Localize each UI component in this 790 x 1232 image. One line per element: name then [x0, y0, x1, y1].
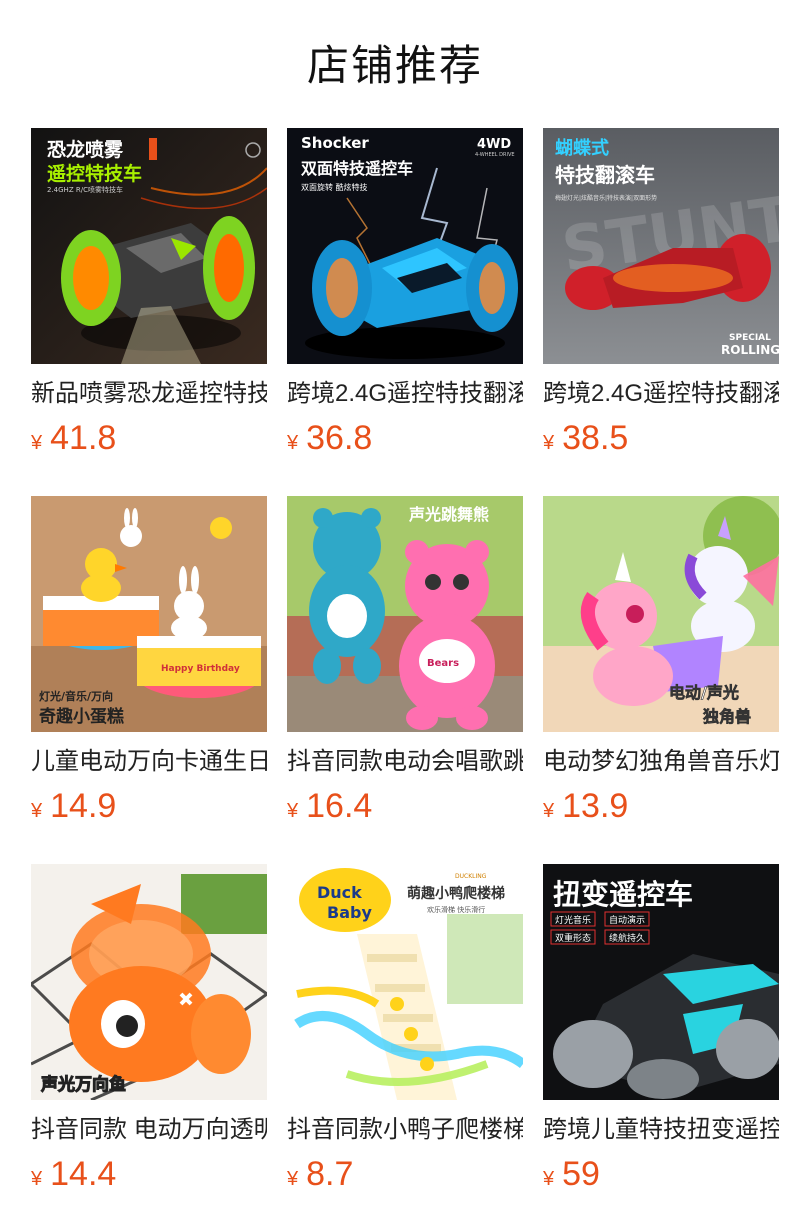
product-image[interactable]: 恐龙喷雾 遥控特技车 2.4GHZ R/C喷雾特技车: [31, 128, 267, 364]
price-value: 41.8: [50, 419, 117, 457]
image-caption: 欢乐滑梯 快乐滑行: [427, 905, 485, 914]
product-image[interactable]: 声光跳舞熊 Bears: [287, 496, 523, 732]
image-caption: 梅翅灯光|炫酷音乐|特技表演|双面形势: [555, 194, 657, 202]
image-caption: 自动演示: [609, 914, 645, 926]
image-caption: 特技翻滚车: [555, 163, 655, 187]
image-caption: 灯光音乐: [555, 914, 591, 926]
image-caption: 蝴蝶式: [555, 137, 609, 159]
product-price: ¥14.4: [31, 1152, 267, 1196]
image-caption: 扭变遥控车: [553, 878, 693, 911]
product-name[interactable]: 跨境2.4G遥控特技翻滚车: [287, 378, 523, 410]
price-value: 36.8: [306, 419, 373, 457]
product-card[interactable]: 声光跳舞熊 Bears 抖音同款电动会唱歌跳舞熊: [287, 496, 523, 828]
price-value: 13.9: [562, 787, 629, 825]
price-value: 8.7: [306, 1155, 354, 1193]
product-price: ¥8.7: [287, 1152, 523, 1196]
currency-symbol: ¥: [31, 1168, 43, 1190]
image-caption: 双面旋转 酷炫特技: [301, 182, 368, 192]
image-caption: 续航持久: [609, 932, 645, 944]
product-name[interactable]: 跨境2.4G遥控特技翻滚车: [543, 378, 779, 410]
currency-symbol: ¥: [287, 1168, 299, 1190]
product-name[interactable]: 跨境儿童特技扭变遥控车: [543, 1114, 779, 1146]
currency-symbol: ¥: [31, 432, 43, 454]
product-card[interactable]: Happy Birthday 灯光/音乐/万向 奇趣小蛋糕 儿童电动万向卡通生日…: [31, 496, 267, 828]
product-card[interactable]: 电动/声光 独角兽 电动梦幻独角兽音乐灯光 ¥13.9: [543, 496, 779, 828]
image-caption: Duck: [317, 883, 362, 902]
price-value: 14.9: [50, 787, 117, 825]
currency-symbol: ¥: [543, 432, 555, 454]
image-caption: 4-WHEEL DRIVE: [475, 152, 515, 158]
product-image[interactable]: 扭变遥控车 灯光音乐 自动演示 双重形态 续航持久: [543, 864, 779, 1100]
currency-symbol: ¥: [287, 800, 299, 822]
image-caption: Happy Birthday: [161, 664, 240, 674]
page-title: 店铺推荐: [306, 42, 483, 89]
product-price: ¥41.8: [31, 416, 267, 460]
product-card[interactable]: Shocker 4WD 4-WHEEL DRIVE 双面特技遥控车 双面旋转 酷…: [287, 128, 523, 460]
currency-symbol: ¥: [287, 432, 299, 454]
product-image[interactable]: 电动/声光 独角兽: [543, 496, 779, 732]
image-caption: Bears: [427, 658, 459, 669]
image-caption: 电动/声光: [669, 683, 739, 702]
product-name[interactable]: 儿童电动万向卡通生日蛋糕: [31, 746, 267, 778]
product-image[interactable]: Shocker 4WD 4-WHEEL DRIVE 双面特技遥控车 双面旋转 酷…: [287, 128, 523, 364]
image-caption: 灯光/音乐/万向: [39, 689, 113, 703]
product-name[interactable]: 抖音同款 电动万向透明鱼: [31, 1114, 267, 1146]
product-price: ¥59: [543, 1152, 779, 1196]
image-caption: 双面特技遥控车: [301, 159, 413, 178]
product-price: ¥13.9: [543, 784, 779, 828]
product-price: ¥16.4: [287, 784, 523, 828]
image-caption: 4WD: [477, 137, 511, 152]
image-caption: 2.4GHZ R/C喷雾特技车: [47, 185, 123, 194]
currency-symbol: ¥: [543, 800, 555, 822]
image-caption: 萌趣小鸭爬楼梯: [407, 885, 505, 902]
image-caption: 声光万向鱼: [40, 1074, 126, 1095]
image-caption: ROLLING: [721, 343, 779, 357]
product-card[interactable]: 声光万向鱼 抖音同款 电动万向透明鱼 ¥14.4: [31, 864, 267, 1196]
product-card[interactable]: DUCKLING 萌趣小鸭爬楼梯 欢乐滑梯 快乐滑行 Duck Baby 抖音同…: [287, 864, 523, 1196]
product-name[interactable]: 抖音同款电动会唱歌跳舞熊: [287, 746, 523, 778]
image-caption: Shocker: [301, 134, 369, 152]
currency-symbol: ¥: [31, 800, 43, 822]
currency-symbol: ¥: [543, 1168, 555, 1190]
product-image[interactable]: Happy Birthday 灯光/音乐/万向 奇趣小蛋糕: [31, 496, 267, 732]
product-image[interactable]: STUNT 蝴蝶式 特技翻滚车 梅翅灯光|炫酷音乐|特技表演|双面形势 SPEC…: [543, 128, 779, 364]
product-name[interactable]: 新品喷雾恐龙遥控特技车: [31, 378, 267, 410]
price-value: 59: [562, 1155, 600, 1193]
product-card[interactable]: STUNT 蝴蝶式 特技翻滚车 梅翅灯光|炫酷音乐|特技表演|双面形势 SPEC…: [543, 128, 779, 460]
product-image[interactable]: DUCKLING 萌趣小鸭爬楼梯 欢乐滑梯 快乐滑行 Duck Baby: [287, 864, 523, 1100]
image-caption: SPECIAL: [729, 333, 771, 343]
product-name[interactable]: 电动梦幻独角兽音乐灯光: [543, 746, 779, 778]
image-caption: 声光跳舞熊: [408, 505, 489, 524]
price-value: 16.4: [306, 787, 373, 825]
product-card[interactable]: 恐龙喷雾 遥控特技车 2.4GHZ R/C喷雾特技车 新品喷雾恐龙遥控特技车 ¥…: [31, 128, 267, 460]
image-caption: 双重形态: [555, 932, 591, 944]
product-image[interactable]: 声光万向鱼: [31, 864, 267, 1100]
product-price: ¥36.8: [287, 416, 523, 460]
product-name[interactable]: 抖音同款小鸭子爬楼梯玩具: [287, 1114, 523, 1146]
product-card[interactable]: 扭变遥控车 灯光音乐 自动演示 双重形态 续航持久 跨境儿童特技扭变遥控 ¥ 5…: [543, 864, 779, 1196]
image-caption: 遥控特技车: [47, 162, 142, 185]
image-caption: 奇趣小蛋糕: [39, 706, 124, 727]
image-caption: 独角兽: [703, 707, 751, 726]
price-value: 14.4: [50, 1155, 117, 1193]
image-caption: 恐龙喷雾: [47, 138, 124, 161]
price-value: 38.5: [562, 419, 629, 457]
image-caption: DUCKLING: [455, 873, 487, 880]
product-price: ¥38.5: [543, 416, 779, 460]
product-price: ¥14.9: [31, 784, 267, 828]
image-caption: Baby: [327, 903, 372, 922]
